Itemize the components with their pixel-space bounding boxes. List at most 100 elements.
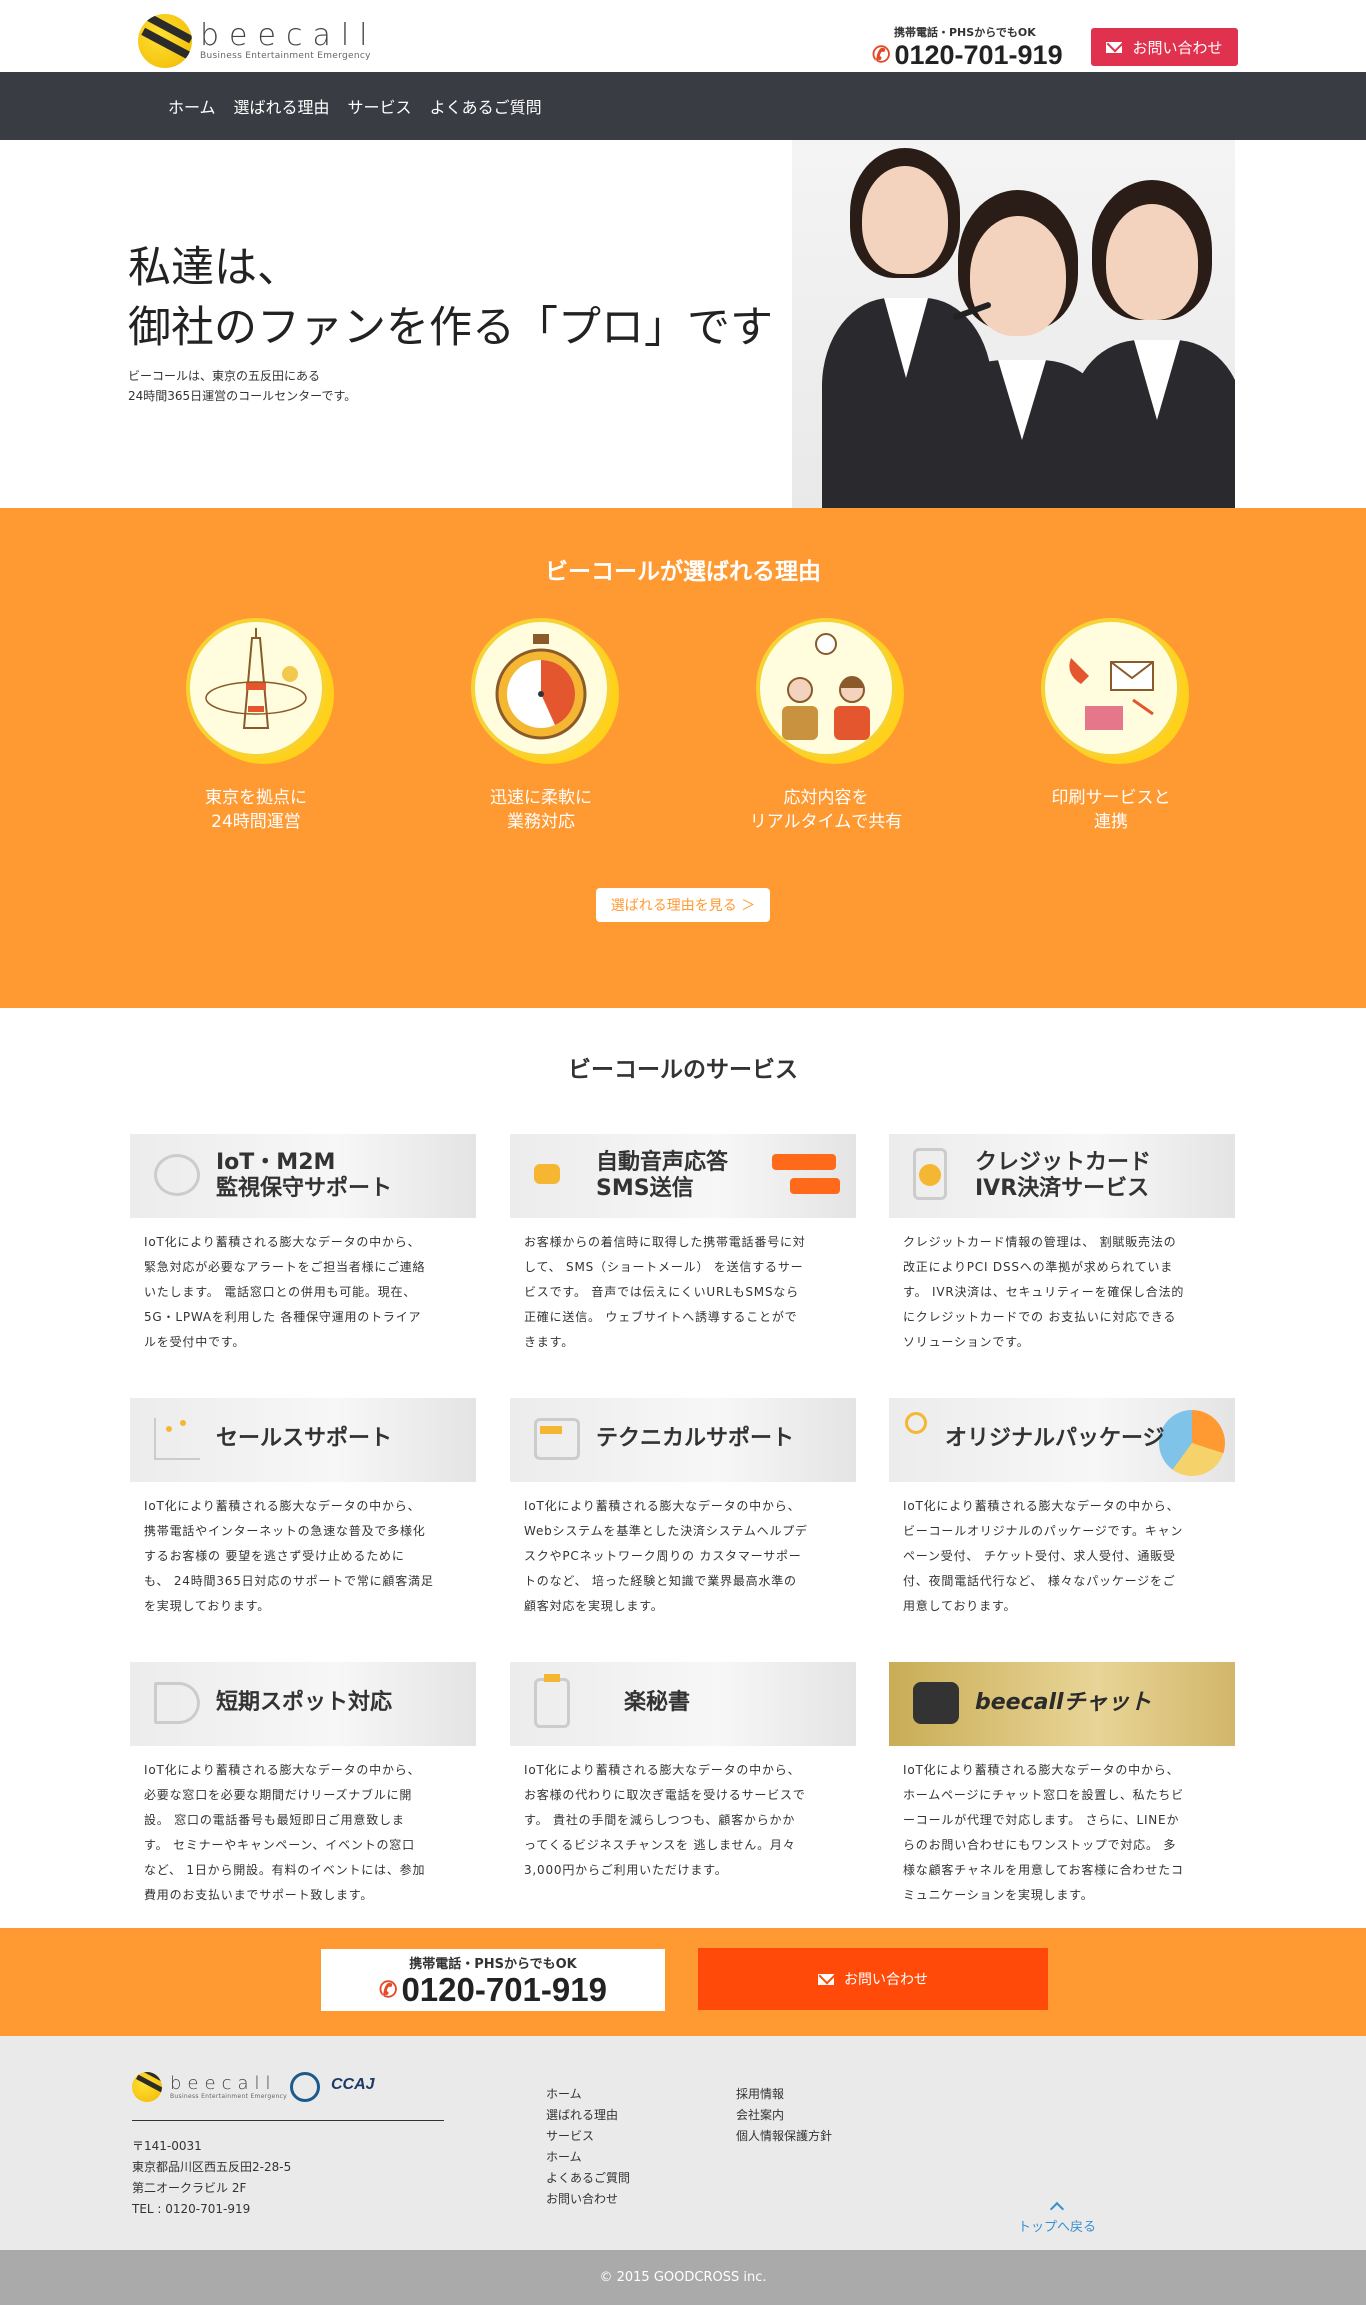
service-description: IoT化により蓄積される膨大なデータの中から、 ホームページにチャット窓口を設置し…: [903, 1763, 1184, 1902]
service-title: セールスサポート: [216, 1426, 393, 1451]
nav-item-reasons[interactable]: 選ばれる理由: [234, 94, 330, 118]
footer-link[interactable]: 会社案内: [736, 2105, 832, 2126]
reason-item: 応対内容を リアルタイムで共有: [726, 618, 926, 834]
footer-link[interactable]: ホーム: [546, 2084, 630, 2105]
service-title: 楽秘書: [624, 1690, 691, 1715]
phone-icon: ✆: [872, 42, 891, 67]
ccaj-badge: CCAJ: [331, 2076, 375, 2093]
privacy-mark-icon: [290, 2072, 320, 2102]
service-card-spot[interactable]: 短期スポット対応 IoT化により蓄積される膨大なデータの中から、 必要な窓口を必要…: [130, 1662, 476, 1908]
phone-caption: 携帯電話・PHSからでもOK: [409, 1957, 577, 1972]
footer-link[interactable]: 個人情報保護方針: [736, 2126, 832, 2147]
chat-bubble-icon: [534, 1164, 560, 1184]
service-description: IoT化により蓄積される膨大なデータの中から、 必要な窓口を必要な期間だけリーズナ…: [144, 1763, 426, 1902]
phone-caption: 携帯電話・PHSからでもOK: [894, 26, 1036, 39]
operators-icon: [756, 618, 896, 758]
print-mail-icon: [1041, 618, 1181, 758]
logo-name: beecall: [200, 18, 378, 53]
cta-phone[interactable]: 携帯電話・PHSからでもOK ✆ 0120-701-919: [321, 1949, 665, 2011]
contact-label: お問い合わせ: [1132, 38, 1223, 57]
services-section: ビーコールのサービス IoT・M2M 監視保守サポート IoT化により蓄積される膨…: [0, 1008, 1366, 1928]
reason-item: 迅速に柔軟に 業務対応: [441, 618, 641, 834]
megaphone-icon: [154, 1682, 200, 1724]
phone-icon: ✆: [379, 1977, 398, 2002]
monitor-icon: [534, 1418, 580, 1460]
mail-icon: [818, 1973, 834, 1985]
tokyo-tower-icon: [186, 618, 326, 758]
phone-number: 0120-701-919: [401, 1971, 607, 2008]
nav-item-services[interactable]: サービス: [348, 94, 412, 118]
sms-bubble-icon: [772, 1154, 836, 1170]
footer-link[interactable]: 選ばれる理由: [546, 2105, 630, 2126]
bee-logo-icon: [138, 14, 192, 68]
copyright: © 2015 GOODCROSS inc.: [0, 2250, 1366, 2305]
service-card-secretary[interactable]: 楽秘書 IoT化により蓄積される膨大なデータの中から、 お客様の代わりに取次ぎ電話…: [510, 1662, 856, 1883]
site-header: beecall Business Entertainment Emergency…: [0, 0, 1366, 72]
footer-divider: [132, 2120, 444, 2121]
footer-link[interactable]: サービス: [546, 2126, 630, 2147]
chevron-up-icon: [1049, 2201, 1065, 2217]
main-nav: ホーム 選ばれる理由 サービス よくあるご質問: [0, 72, 1366, 140]
mail-icon: [1106, 41, 1123, 53]
reasons-more-button[interactable]: 選ばれる理由を見る ＞: [596, 888, 770, 922]
bee-logo-icon: [132, 2072, 162, 2102]
footer-links-col1: ホーム 選ばれる理由 サービス ホーム よくあるご質問 お問い合わせ: [546, 2084, 630, 2210]
wrench-gear-icon: [905, 1412, 927, 1434]
footer-link[interactable]: ホーム: [546, 2147, 630, 2168]
site-logo[interactable]: beecall Business Entertainment Emergency: [138, 14, 378, 68]
service-card-credit[interactable]: クレジットカード IVR決済サービス クレジットカード情報の管理は、 割賦販売法の…: [889, 1134, 1235, 1355]
nav-item-faq[interactable]: よくあるご質問: [430, 94, 542, 118]
nav-item-home[interactable]: ホーム: [168, 94, 216, 118]
clipboard-icon: [534, 1678, 570, 1728]
footer-address: 〒141-0031 東京都品川区西五反田2-28-5 第二オークラビル 2F T…: [132, 2139, 292, 2216]
stopwatch-icon: [471, 618, 611, 758]
header-contact-button[interactable]: お問い合わせ: [1091, 28, 1238, 66]
hero-subtitle: ビーコールは、東京の五反田にある 24時間365日運営のコールセンターです。: [128, 369, 357, 403]
reason-item: 東京を拠点に 24時間運営: [156, 618, 356, 834]
footer-link[interactable]: よくあるご質問: [546, 2168, 630, 2189]
reason-item: 印刷サービスと 連携: [1011, 618, 1211, 834]
footer-logo[interactable]: beecall Business Entertainment Emergency: [132, 2072, 287, 2102]
reasons-title: ビーコールが選ばれる理由: [545, 558, 821, 585]
hero-operators-photo: [792, 140, 1235, 508]
site-footer: beecall Business Entertainment Emergency…: [0, 2036, 1366, 2250]
service-title: 短期スポット対応: [216, 1690, 393, 1715]
service-card-iot[interactable]: IoT・M2M 監視保守サポート IoT化により蓄積される膨大なデータの中から、緊…: [130, 1134, 476, 1355]
service-title: クレジットカード IVR決済サービス: [975, 1150, 1152, 1201]
service-description: IoT化により蓄積される膨大なデータの中から、 お客様の代わりに取次ぎ電話を受ける…: [524, 1763, 806, 1877]
service-title: IoT・M2M 監視保守サポート: [216, 1150, 393, 1201]
service-card-technical[interactable]: テクニカルサポート IoT化により蓄積される膨大なデータの中から、 Webシステム…: [510, 1398, 856, 1619]
chart-icon: [154, 1418, 200, 1460]
service-title: オリジナルパッケージ: [945, 1426, 1165, 1451]
service-card-package[interactable]: オリジナルパッケージ IoT化により蓄積される膨大なデータの中から、 ビーコールオ…: [889, 1398, 1235, 1619]
services-title: ビーコールのサービス: [568, 1056, 798, 1083]
contact-cta: 携帯電話・PHSからでもOK ✆ 0120-701-919 お問い合わせ: [0, 1928, 1366, 2036]
hero: 私達は、 御社のファンを作る「プロ」です ビーコールは、東京の五反田にある 24…: [0, 140, 1366, 508]
footer-link[interactable]: 採用情報: [736, 2084, 832, 2105]
service-description: IoT化により蓄積される膨大なデータの中から、 Webシステムを基準とした決済シス…: [524, 1499, 808, 1613]
service-title: 自動音声応答 SMS送信: [596, 1150, 729, 1201]
header-phone[interactable]: 携帯電話・PHSからでもOK ✆ 0120-701-919: [872, 24, 1063, 70]
service-card-chat[interactable]: beecallチャット IoT化により蓄積される膨大なデータの中から、 ホームペー…: [889, 1662, 1235, 1908]
phone-number: 0120-701-919: [894, 40, 1063, 70]
logo-tagline: Business Entertainment Emergency: [200, 51, 371, 61]
service-description: クレジットカード情報の管理は、 割賦販売法の 改正によりPCI DSSへの準拠が求…: [903, 1235, 1185, 1349]
sms-bubble-icon: [790, 1178, 840, 1194]
service-description: IoT化により蓄積される膨大なデータの中から、 ビーコールオリジナルのパッケージで…: [903, 1499, 1184, 1613]
back-to-top-link[interactable]: トップへ戻る: [1018, 2201, 1096, 2235]
contact-label: お問い合わせ: [844, 1972, 928, 1988]
service-description: お客様からの着信時に取得した携帯電話番号に対 して、 SMS（ショートメール） を…: [524, 1235, 806, 1349]
service-card-sales[interactable]: セールスサポート IoT化により蓄積される膨大なデータの中から、 携帯電話やインタ…: [130, 1398, 476, 1619]
service-card-sms[interactable]: 自動音声応答 SMS送信 お客様からの着信時に取得した携帯電話番号に対 して、 SM…: [510, 1134, 856, 1355]
footer-link[interactable]: お問い合わせ: [546, 2189, 630, 2210]
footer-links-col2: 採用情報 会社案内 個人情報保護方針: [736, 2084, 832, 2147]
service-title: beecallチャット: [975, 1690, 1152, 1715]
cta-contact-button[interactable]: お問い合わせ: [698, 1948, 1048, 2010]
chat-icon: [913, 1682, 959, 1724]
service-title: テクニカルサポート: [596, 1426, 795, 1451]
service-description: IoT化により蓄積される膨大なデータの中から、 緊急対応が必要なアラートをご担当者…: [144, 1235, 426, 1349]
service-description: IoT化により蓄積される膨大なデータの中から、 携帯電話やインターネットの急速な普…: [144, 1499, 434, 1613]
reasons-section: ビーコールが選ばれる理由 東京を拠点に 24時間運営 迅速に柔軟に 業務対応 応…: [0, 508, 1366, 1008]
cloud-icon: [154, 1154, 200, 1196]
hero-title: 私達は、 御社のファンを作る「プロ」です: [128, 243, 773, 353]
